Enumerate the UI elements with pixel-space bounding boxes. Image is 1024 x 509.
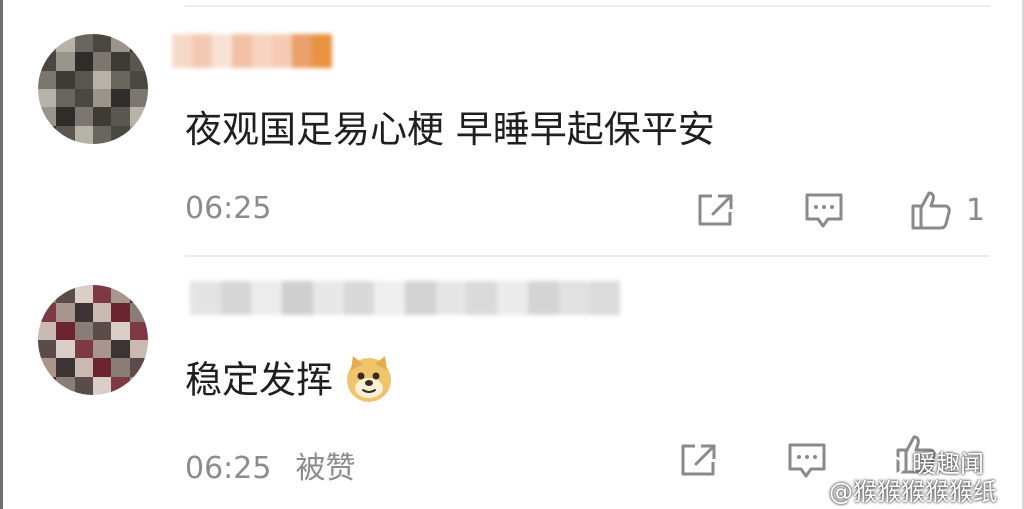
share-icon [698,194,733,226]
avatar[interactable] [38,34,148,144]
comment-time: 06:25 [185,451,272,486]
weibo-watermark: @猴猴猴猴猴纸 [787,472,997,507]
like-count: 1 [966,192,986,228]
thumbs-up-icon [911,191,951,230]
username-blurred[interactable] [190,281,621,315]
liked-by-author-label: 被赞 [295,451,356,486]
comment-time: 06:25 [185,191,272,226]
share-button[interactable] [696,192,736,228]
reply-button[interactable] [804,192,844,230]
comment-text: 夜观国足易心梗 早睡早起保平安 [185,108,715,151]
weibo-icon [787,478,822,503]
comment-text-content: 稳定发挥 [185,358,333,402]
comment-text: 稳定发挥 [185,356,395,408]
username-blurred[interactable] [172,34,332,68]
comment-meta: 06:25 被赞 [185,443,355,487]
share-icon [681,444,716,476]
doge-emoji [347,356,391,402]
avatar[interactable] [38,285,148,395]
comment-item: 夜观国足易心梗 早睡早起保平安 06:25 1 [0,0,1024,255]
watermark-weibo-handle: @猴猴猴猴猴纸 [829,478,997,506]
comment-icon [805,193,843,228]
like-button[interactable]: 1 [910,189,985,231]
comment-meta: 06:25 [185,191,271,226]
share-button[interactable] [679,442,719,478]
